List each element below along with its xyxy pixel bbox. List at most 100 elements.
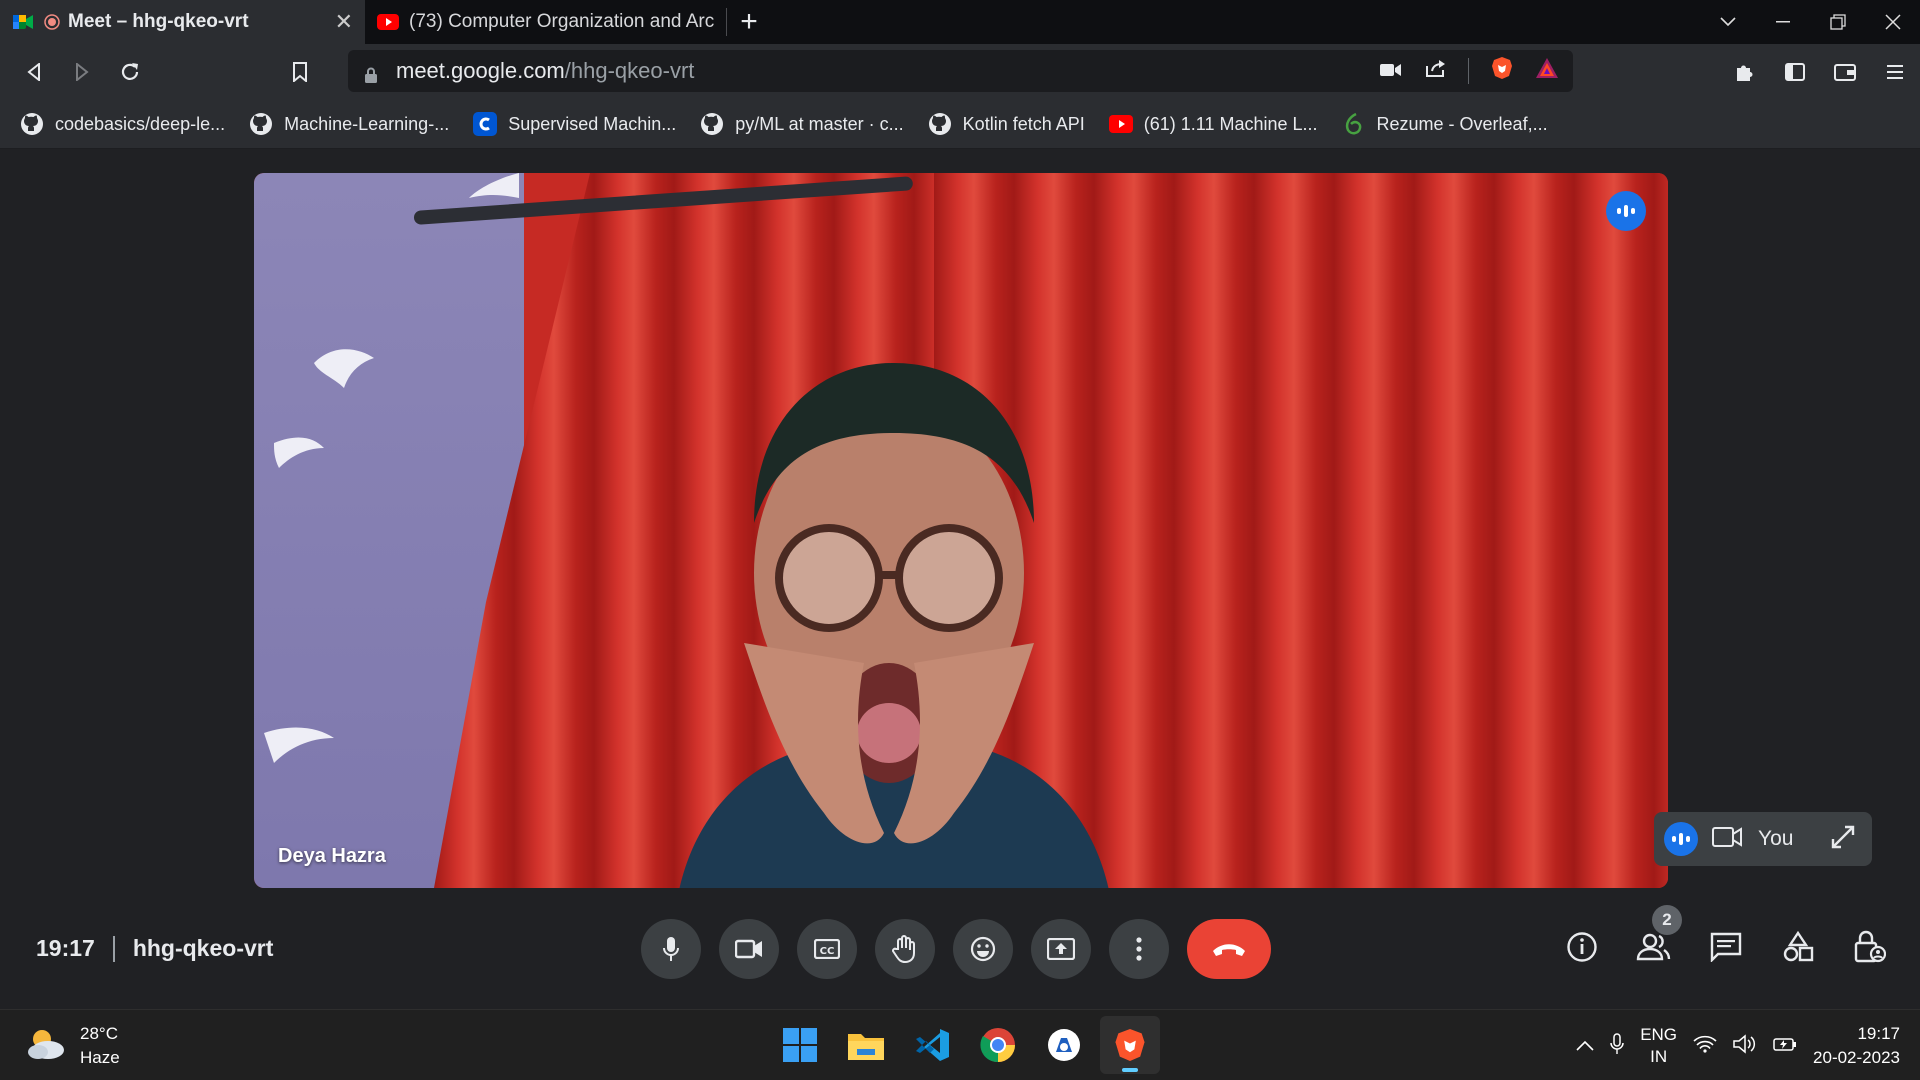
svg-text:CC: CC: [820, 946, 835, 957]
app-button[interactable]: [1034, 1016, 1094, 1074]
back-icon[interactable]: [10, 48, 58, 96]
raise-hand-button[interactable]: [875, 919, 935, 979]
microphone-icon: [663, 937, 679, 961]
chrome-button[interactable]: [968, 1016, 1028, 1074]
chat-button[interactable]: [1706, 927, 1746, 967]
emoji-button[interactable]: [953, 919, 1013, 979]
weather-widget[interactable]: 28°C Haze: [26, 1022, 120, 1070]
leave-call-button[interactable]: [1187, 919, 1271, 979]
tab-meet[interactable]: Meet – hhg-qkeo-vrt ✕: [0, 0, 365, 44]
app-icon: [1048, 1029, 1080, 1061]
github-icon: [20, 112, 44, 136]
brave-rewards-icon[interactable]: [1535, 57, 1559, 85]
file-explorer-button[interactable]: [836, 1016, 896, 1074]
brave-icon: [1115, 1029, 1145, 1061]
tab-youtube[interactable]: (73) Computer Organization and Archi: [365, 8, 727, 36]
more-vert-icon: [1136, 937, 1142, 961]
bookmark-item[interactable]: Rezume - Overleaf,...: [1342, 112, 1548, 136]
share-icon[interactable]: [1424, 58, 1446, 84]
side-panel-controls: 2: [1562, 905, 1890, 967]
overleaf-icon: [1342, 112, 1366, 136]
microphone-button[interactable]: [641, 919, 701, 979]
recording-dot-icon: [44, 11, 60, 33]
bookmark-item[interactable]: (61) 1.11 Machine L...: [1108, 112, 1318, 136]
tab-search-icon[interactable]: [1700, 0, 1755, 44]
host-controls-button[interactable]: [1850, 927, 1890, 967]
system-clock[interactable]: 19:17 20-02-2023: [1813, 1022, 1900, 1070]
windows-taskbar: 28°C Haze ENG IN 19:17 20-02-2023: [0, 1009, 1920, 1080]
participant-count-badge: 2: [1652, 905, 1682, 935]
toolbar-right: [1720, 44, 1920, 100]
participant-video[interactable]: Deya Hazra: [254, 173, 1668, 888]
bookmark-label: Kotlin fetch API: [962, 113, 1085, 134]
tab-title: (73) Computer Organization and Archi: [409, 11, 714, 32]
expand-icon[interactable]: [1831, 825, 1855, 854]
bookmark-icon[interactable]: [276, 48, 324, 96]
temperature: 28°C: [80, 1024, 118, 1043]
weather-condition: Haze: [80, 1048, 120, 1067]
forward-icon[interactable]: [58, 48, 106, 96]
url-path: /hhg-qkeo-vrt: [564, 58, 695, 83]
minimize-icon[interactable]: [1755, 0, 1810, 44]
menu-icon[interactable]: [1870, 64, 1920, 80]
brave-shields-icon[interactable]: [1491, 56, 1513, 86]
wifi-icon[interactable]: [1693, 1035, 1717, 1058]
windows-icon: [783, 1028, 817, 1062]
captions-icon: CC: [814, 939, 840, 959]
bookmark-label: (61) 1.11 Machine L...: [1143, 113, 1318, 134]
camera-button[interactable]: [719, 919, 779, 979]
new-tab-button[interactable]: +: [727, 0, 771, 44]
self-view-label: You: [1758, 827, 1794, 850]
bookmark-label: Machine-Learning-...: [284, 113, 450, 134]
close-window-icon[interactable]: [1865, 0, 1920, 44]
participant-name: Deya Hazra: [278, 845, 386, 867]
address-bar[interactable]: meet.google.com/hhg-qkeo-vrt: [348, 50, 1573, 92]
emoji-icon: [970, 936, 996, 962]
start-button[interactable]: [770, 1016, 830, 1074]
bookmark-item[interactable]: Machine-Learning-...: [249, 112, 449, 136]
chat-icon: [1710, 932, 1742, 962]
reload-icon[interactable]: [106, 48, 154, 96]
restore-icon[interactable]: [1810, 0, 1865, 44]
wallet-icon[interactable]: [1820, 63, 1870, 81]
lock-person-icon: [1854, 930, 1886, 963]
people-button[interactable]: 2: [1634, 905, 1682, 967]
meet-stage: Deya Hazra You: [0, 149, 1920, 1009]
present-button[interactable]: [1031, 919, 1091, 979]
meeting-details-button[interactable]: [1562, 927, 1602, 967]
sidebar-icon[interactable]: [1770, 63, 1820, 81]
bookmark-item[interactable]: codebasics/deep-le...: [20, 112, 225, 136]
vscode-button[interactable]: [902, 1016, 962, 1074]
raise-hand-icon: [892, 935, 915, 963]
self-view-tile[interactable]: You: [1654, 812, 1872, 866]
folder-icon: [848, 1034, 884, 1060]
activities-button[interactable]: [1778, 927, 1818, 967]
microphone-tray-icon[interactable]: [1610, 1032, 1624, 1060]
close-tab-icon[interactable]: ✕: [335, 9, 353, 35]
people-icon: [1636, 933, 1671, 961]
chevron-up-icon[interactable]: [1576, 1036, 1594, 1056]
browser-tab-bar: Meet – hhg-qkeo-vrt ✕ (73) Computer Orga…: [0, 0, 1920, 44]
participant-figure: [644, 323, 1144, 888]
language-indicator[interactable]: ENG IN: [1640, 1024, 1677, 1068]
brave-button[interactable]: [1100, 1016, 1160, 1074]
bookmark-item[interactable]: Supervised Machin...: [473, 112, 676, 136]
bookmark-item[interactable]: py/ML at master · c...: [700, 112, 904, 136]
github-icon: [700, 112, 724, 136]
meeting-code: hhg-qkeo-vrt: [132, 935, 274, 961]
bookmark-item[interactable]: Kotlin fetch API: [928, 112, 1085, 136]
window-controls: [1700, 0, 1920, 44]
battery-charging-icon[interactable]: [1773, 1035, 1797, 1058]
lock-icon[interactable]: [364, 63, 378, 83]
info-icon: [1567, 932, 1597, 962]
volume-icon[interactable]: [1733, 1033, 1757, 1059]
language-line2: IN: [1650, 1047, 1668, 1066]
youtube-icon: [1108, 112, 1133, 136]
divider: [112, 935, 115, 962]
captions-button[interactable]: CC: [797, 919, 857, 979]
url-host: meet.google.com: [396, 58, 565, 83]
github-icon: [249, 112, 273, 136]
extensions-icon[interactable]: [1720, 61, 1770, 83]
more-options-button[interactable]: [1109, 919, 1169, 979]
camera-in-use-icon[interactable]: [1380, 58, 1402, 84]
